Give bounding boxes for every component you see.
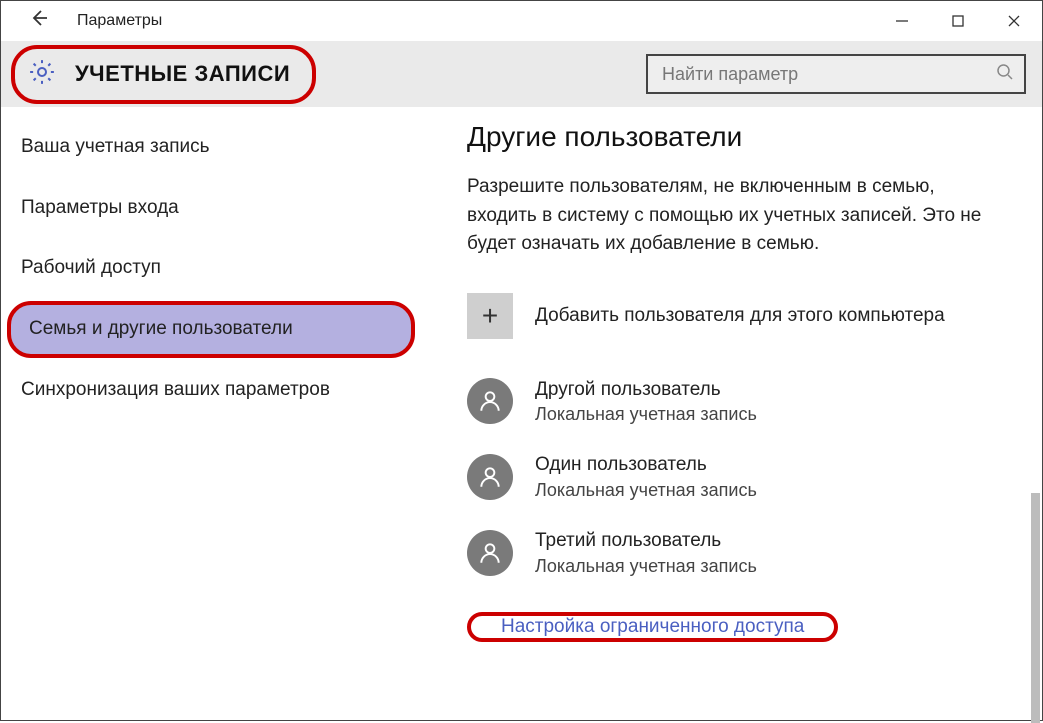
- sidebar-item-label: Рабочий доступ: [21, 257, 161, 278]
- sidebar-item-family-other-users[interactable]: Семья и другие пользователи: [7, 301, 415, 358]
- sidebar-item-sync-settings[interactable]: Синхронизация ваших параметров: [1, 360, 421, 421]
- user-meta: Один пользователь Локальная учетная запи…: [535, 452, 757, 502]
- content-pane: Другие пользователи Разрешите пользовате…: [421, 107, 1042, 722]
- add-user-label: Добавить пользователя для этого компьюте…: [535, 305, 945, 327]
- user-subtitle: Локальная учетная запись: [535, 478, 757, 502]
- section-title: Другие пользователи: [467, 121, 1006, 153]
- avatar-icon: [467, 378, 513, 424]
- add-user-button[interactable]: + Добавить пользователя для этого компью…: [467, 293, 1006, 339]
- page-heading: УЧЕТНЫЕ ЗАПИСИ: [75, 61, 290, 87]
- titlebar: Параметры: [1, 1, 1042, 41]
- sidebar-item-label: Семья и другие пользователи: [29, 318, 293, 339]
- section-description: Разрешите пользователям, не включенным в…: [467, 173, 1006, 259]
- avatar-icon: [467, 454, 513, 500]
- user-name: Другой пользователь: [535, 377, 757, 403]
- user-name: Третий пользователь: [535, 528, 757, 554]
- back-arrow-icon[interactable]: [19, 2, 59, 40]
- user-row[interactable]: Другой пользователь Локальная учетная за…: [467, 377, 1006, 427]
- search-input[interactable]: [662, 64, 996, 85]
- assigned-access-link-wrap: Настройка ограниченного доступа: [467, 612, 838, 642]
- sidebar-item-signin-options[interactable]: Параметры входа: [1, 178, 421, 239]
- avatar-icon: [467, 530, 513, 576]
- sidebar-item-your-account[interactable]: Ваша учетная запись: [1, 117, 421, 178]
- page-title-wrap: УЧЕТНЫЕ ЗАПИСИ: [11, 45, 316, 104]
- user-meta: Третий пользователь Локальная учетная за…: [535, 528, 757, 578]
- user-subtitle: Локальная учетная запись: [535, 402, 757, 426]
- sidebar-item-work-access[interactable]: Рабочий доступ: [1, 238, 421, 299]
- plus-icon: +: [467, 293, 513, 339]
- minimize-button[interactable]: [874, 1, 930, 41]
- window-title: Параметры: [77, 12, 162, 30]
- search-box[interactable]: [646, 54, 1026, 94]
- user-subtitle: Локальная учетная запись: [535, 554, 757, 578]
- scrollbar-track[interactable]: [1026, 213, 1040, 720]
- user-row[interactable]: Третий пользователь Локальная учетная за…: [467, 528, 1006, 578]
- gear-icon: [27, 57, 57, 92]
- sidebar: Ваша учетная запись Параметры входа Рабо…: [1, 107, 421, 722]
- search-icon: [996, 63, 1014, 86]
- assigned-access-link[interactable]: Настройка ограниченного доступа: [471, 604, 834, 649]
- scrollbar-thumb[interactable]: [1031, 493, 1040, 723]
- window-controls: [874, 1, 1042, 41]
- sidebar-item-label: Параметры входа: [21, 197, 179, 218]
- user-row[interactable]: Один пользователь Локальная учетная запи…: [467, 452, 1006, 502]
- user-meta: Другой пользователь Локальная учетная за…: [535, 377, 757, 427]
- maximize-button[interactable]: [930, 1, 986, 41]
- sidebar-item-label: Ваша учетная запись: [21, 136, 210, 157]
- close-button[interactable]: [986, 1, 1042, 41]
- header-band: УЧЕТНЫЕ ЗАПИСИ: [1, 41, 1042, 107]
- user-name: Один пользователь: [535, 452, 757, 478]
- sidebar-item-label: Синхронизация ваших параметров: [21, 379, 330, 400]
